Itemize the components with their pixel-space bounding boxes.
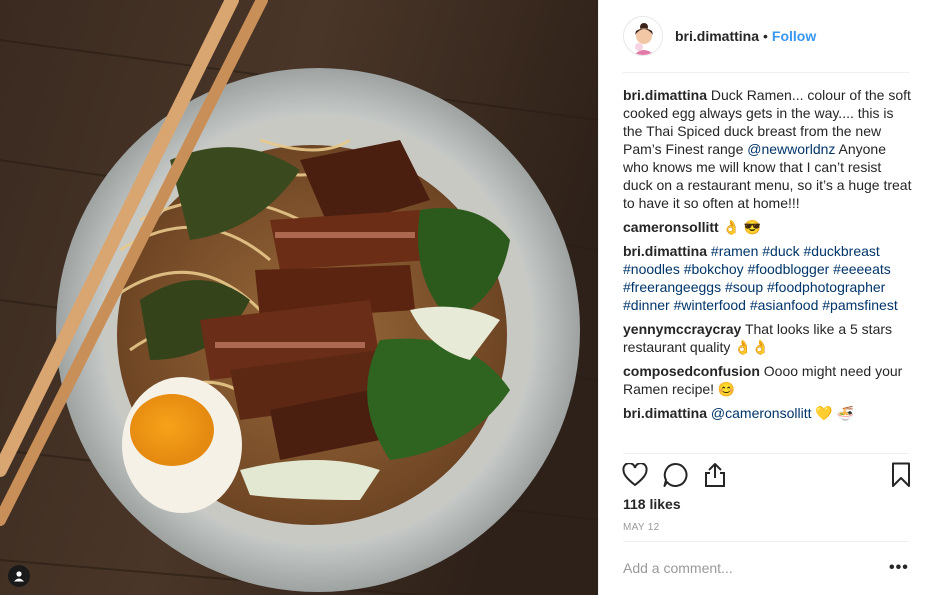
comment-item: bri.dimattina @cameronsollitt 💛 🍜	[623, 404, 913, 422]
mention-link[interactable]: @newworldnz	[747, 141, 835, 157]
follow-button[interactable]: Follow	[772, 28, 816, 44]
separator-dot: •	[763, 28, 768, 44]
comment-text: 👌 😎	[722, 219, 762, 235]
comment-username[interactable]: composedconfusion	[623, 363, 760, 379]
likes-count[interactable]: 118 likes	[623, 496, 681, 512]
share-icon[interactable]	[701, 461, 729, 489]
more-options-icon[interactable]: •••	[889, 560, 909, 576]
post-photo[interactable]	[0, 0, 598, 595]
user-tag-icon[interactable]	[8, 565, 30, 587]
comment-username[interactable]: cameronsollitt	[623, 219, 719, 235]
comment-username[interactable]: bri.dimattina	[623, 243, 707, 259]
add-comment-input[interactable]	[623, 560, 863, 576]
comments-divider	[623, 453, 909, 454]
heart-icon[interactable]	[621, 461, 649, 489]
post-date[interactable]: MAY 12	[623, 522, 659, 533]
post-header: bri.dimattina • Follow	[623, 15, 909, 57]
avatar[interactable]	[623, 16, 663, 56]
comment-username[interactable]: bri.dimattina	[623, 405, 707, 421]
header-divider	[623, 72, 909, 73]
action-bar	[621, 461, 913, 489]
post-username[interactable]: bri.dimattina	[675, 28, 759, 44]
comment-item: yennymccraycray That looks like a 5 star…	[623, 320, 913, 356]
comment-text: 💛 🍜	[815, 405, 855, 421]
comment-username[interactable]: yennymccraycray	[623, 321, 741, 337]
comment-item: cameronsollitt 👌 😎	[623, 218, 913, 236]
duck-ramen-image	[0, 0, 598, 595]
comment-icon[interactable]	[661, 461, 689, 489]
comment-item: bri.dimattina #ramen #duck #duckbreast #…	[623, 242, 913, 314]
caption: bri.dimattina Duck Ramen... colour of th…	[623, 86, 913, 212]
caption-username[interactable]: bri.dimattina	[623, 87, 707, 103]
comment-item: composedconfusion Oooo might need your R…	[623, 362, 913, 398]
footer-divider	[623, 541, 909, 542]
mention-link[interactable]: @cameronsollitt	[711, 405, 812, 421]
comments-list[interactable]: bri.dimattina Duck Ramen... colour of th…	[623, 86, 913, 452]
post-sidebar: bri.dimattina • Follow bri.dimattina Duc…	[598, 0, 931, 595]
bookmark-icon[interactable]	[887, 461, 915, 489]
